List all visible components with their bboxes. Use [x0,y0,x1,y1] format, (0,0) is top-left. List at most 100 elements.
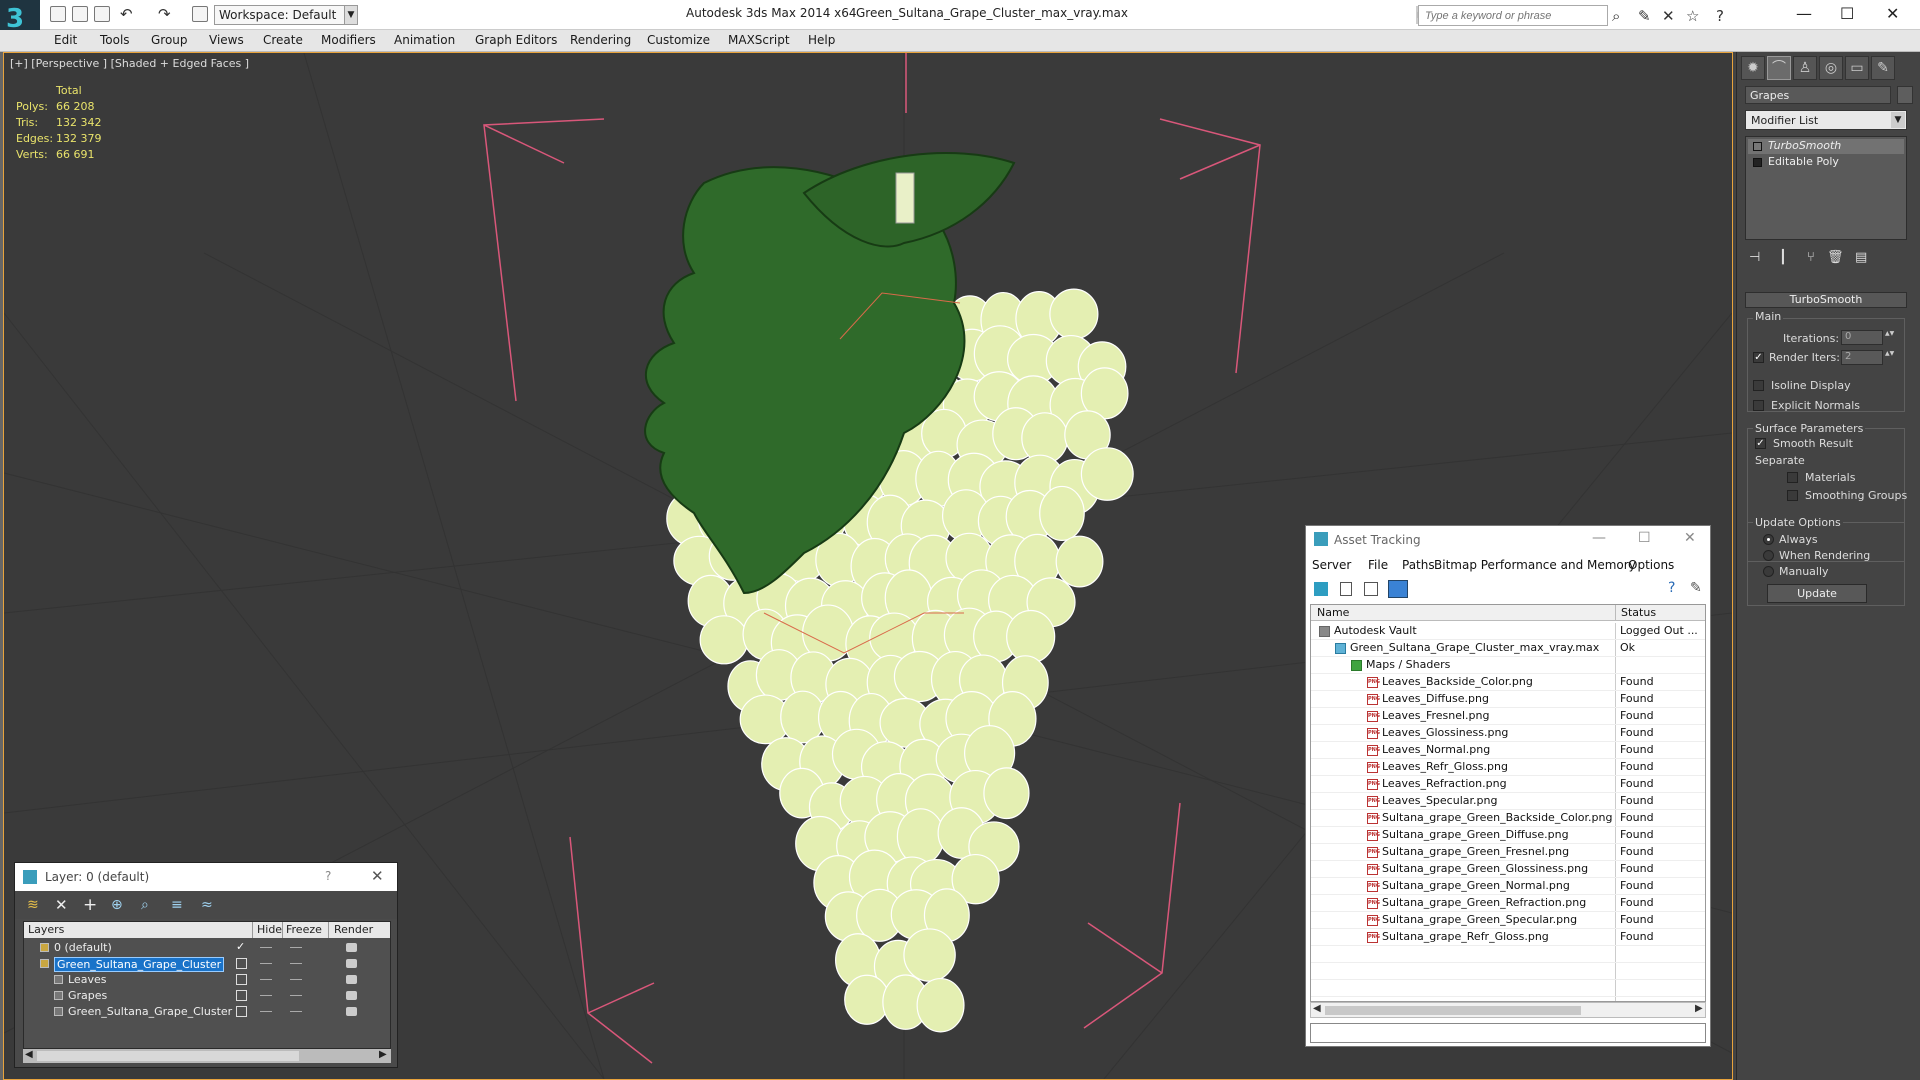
select-objects-icon[interactable]: ⌕ [141,897,149,913]
freeze-toggle[interactable] [290,979,302,980]
always-radio[interactable] [1763,534,1774,545]
menu-group[interactable]: Group [151,33,188,47]
scrollbar-thumb[interactable] [1325,1006,1581,1015]
asset-row[interactable]: PNG Sultana_grape_Green_Fresnel.png Found [1311,844,1705,861]
menu-create[interactable]: Create [263,33,303,47]
viewport-label[interactable]: [+] [Perspective ] [Shaded + Edged Faces… [10,57,249,70]
turbosmooth-rollout-header[interactable]: TurboSmooth [1745,292,1907,308]
asset-row[interactable]: PNG Leaves_Refr_Gloss.png Found [1311,759,1705,776]
smooth-result-checkbox[interactable]: ✓ [1755,438,1766,449]
column-freeze-header[interactable]: Freeze [286,923,322,936]
explicit-normals-checkbox[interactable] [1753,400,1764,411]
delete-layer-icon[interactable]: ✕ [55,896,68,914]
render-iters-spinner[interactable]: 2 [1841,350,1883,365]
asset-row[interactable]: PNG Leaves_Specular.png Found [1311,793,1705,810]
scrollbar-thumb[interactable] [37,1051,299,1061]
modifier-list-dropdown[interactable]: Modifier List [1745,110,1907,130]
layer-row[interactable]: Leaves [24,972,390,988]
thumbnail-view-icon[interactable] [1364,582,1378,596]
column-name-header[interactable]: Name [1317,606,1349,619]
asset-row[interactable]: Maps / Shaders [1311,657,1705,674]
scroll-right-icon[interactable]: ▶ [1695,1003,1703,1014]
asset-tracking-titlebar[interactable]: Asset Tracking — ☐ ✕ [1306,526,1710,554]
hide-toggle[interactable] [260,1011,272,1012]
hide-toggle[interactable] [260,995,272,996]
layer-settings-icon[interactable]: ≋ [27,897,39,913]
minimize-icon[interactable]: — [1592,530,1606,546]
menu-customize[interactable]: Customize [647,33,710,47]
asset-row[interactable]: PNG Sultana_grape_Refr_Gloss.png Found [1311,929,1705,946]
hide-all-icon[interactable]: ≈ [201,897,213,913]
help-icon[interactable]: ? [1668,580,1675,596]
materials-checkbox[interactable] [1787,472,1798,483]
horizontal-scrollbar[interactable]: ◀ ▶ [23,1049,391,1063]
current-layer-check-icon[interactable]: ✓ [236,941,247,953]
asset-row[interactable]: PNG Leaves_Glossiness.png Found [1311,725,1705,742]
current-layer-box[interactable] [236,990,247,1001]
manually-radio[interactable] [1763,566,1774,577]
menu-tools[interactable]: Tools [100,33,130,47]
freeze-toggle[interactable] [290,947,302,948]
utilities-tab-icon[interactable]: ✎ [1871,56,1895,80]
layer-name[interactable]: Green_Sultana_Grape_Cluster [54,957,225,972]
chevron-down-icon[interactable]: ▼ [344,5,358,25]
menu-animation[interactable]: Animation [394,33,455,47]
horizontal-scrollbar[interactable]: ◀ ▶ [1310,1002,1706,1018]
render-teapot-icon[interactable] [346,1007,357,1016]
show-end-result-icon[interactable]: ┃ [1779,250,1787,265]
current-layer-box[interactable] [236,1006,247,1017]
open-file-icon[interactable] [72,6,88,22]
column-hide-header[interactable]: Hide [257,923,282,936]
iterations-spinner[interactable]: 0 [1841,330,1883,345]
chevron-down-icon[interactable]: ▼ [1891,112,1905,128]
make-unique-icon[interactable]: ⑂ [1807,250,1815,265]
scroll-left-icon[interactable]: ◀ [1313,1003,1321,1014]
freeze-toggle[interactable] [290,995,302,996]
isoline-display-checkbox[interactable] [1753,380,1764,391]
maximize-icon[interactable]: ☐ [1638,530,1651,546]
asset-row[interactable]: PNG Leaves_Fresnel.png Found [1311,708,1705,725]
asset-row[interactable]: PNG Sultana_grape_Green_Specular.png Found [1311,912,1705,929]
modify-tab-icon[interactable]: ⌒ [1767,56,1791,80]
asset-menu-bitmap-performance[interactable]: Bitmap Performance and Memory [1434,558,1636,572]
minimize-icon[interactable]: — [1796,4,1812,23]
freeze-toggle[interactable] [290,1011,302,1012]
layer-name[interactable]: Leaves [68,973,106,986]
close-icon[interactable]: ✕ [1684,530,1696,546]
asset-row[interactable]: Autodesk Vault Logged Out ... [1311,623,1705,640]
redo-icon[interactable]: ↷ [158,5,171,23]
motion-tab-icon[interactable]: ◎ [1819,56,1843,80]
spinner-arrows-icon[interactable]: ▲▼ [1885,350,1894,365]
maximize-icon[interactable]: ☐ [1840,4,1854,23]
render-teapot-icon[interactable] [346,975,357,984]
update-button[interactable]: Update [1767,584,1867,603]
asset-menu-server[interactable]: Server [1312,558,1351,572]
layer-name[interactable]: Green_Sultana_Grape_Cluster [68,1005,232,1018]
column-divider[interactable] [1615,605,1616,621]
asset-menu-paths[interactable]: Paths [1402,558,1435,572]
layer-row[interactable]: Grapes [24,988,390,1004]
remove-modifier-icon[interactable]: 🗑 [1827,250,1844,265]
stack-item-turbosmooth[interactable]: TurboSmooth [1748,139,1904,154]
display-tab-icon[interactable]: ▭ [1845,56,1869,80]
asset-row[interactable]: Green_Sultana_Grape_Cluster_max_vray.max… [1311,640,1705,657]
refresh-icon[interactable] [1314,582,1328,596]
layer-window-titlebar[interactable]: Layer: 0 (default) ? ✕ [15,863,397,891]
layer-name[interactable]: Grapes [68,989,107,1002]
smoothing-groups-checkbox[interactable] [1787,490,1798,501]
add-to-layer-icon[interactable]: ⊕ [111,897,123,913]
hide-toggle[interactable] [260,979,272,980]
menu-help[interactable]: Help [808,33,835,47]
table-view-icon[interactable] [1388,580,1408,598]
close-icon[interactable]: ✕ [1886,4,1899,23]
layer-name[interactable]: 0 (default) [54,941,112,954]
scroll-right-icon[interactable]: ▶ [379,1049,387,1060]
asset-row[interactable]: PNG Leaves_Backside_Color.png Found [1311,674,1705,691]
column-render-header[interactable]: Render [334,923,373,936]
highlight-selected-icon[interactable]: ≡ [171,897,183,913]
when-rendering-radio[interactable] [1763,550,1774,561]
scroll-left-icon[interactable]: ◀ [25,1049,33,1060]
search-input[interactable] [1418,5,1608,26]
new-file-icon[interactable] [50,6,66,22]
render-teapot-icon[interactable] [346,991,357,1000]
